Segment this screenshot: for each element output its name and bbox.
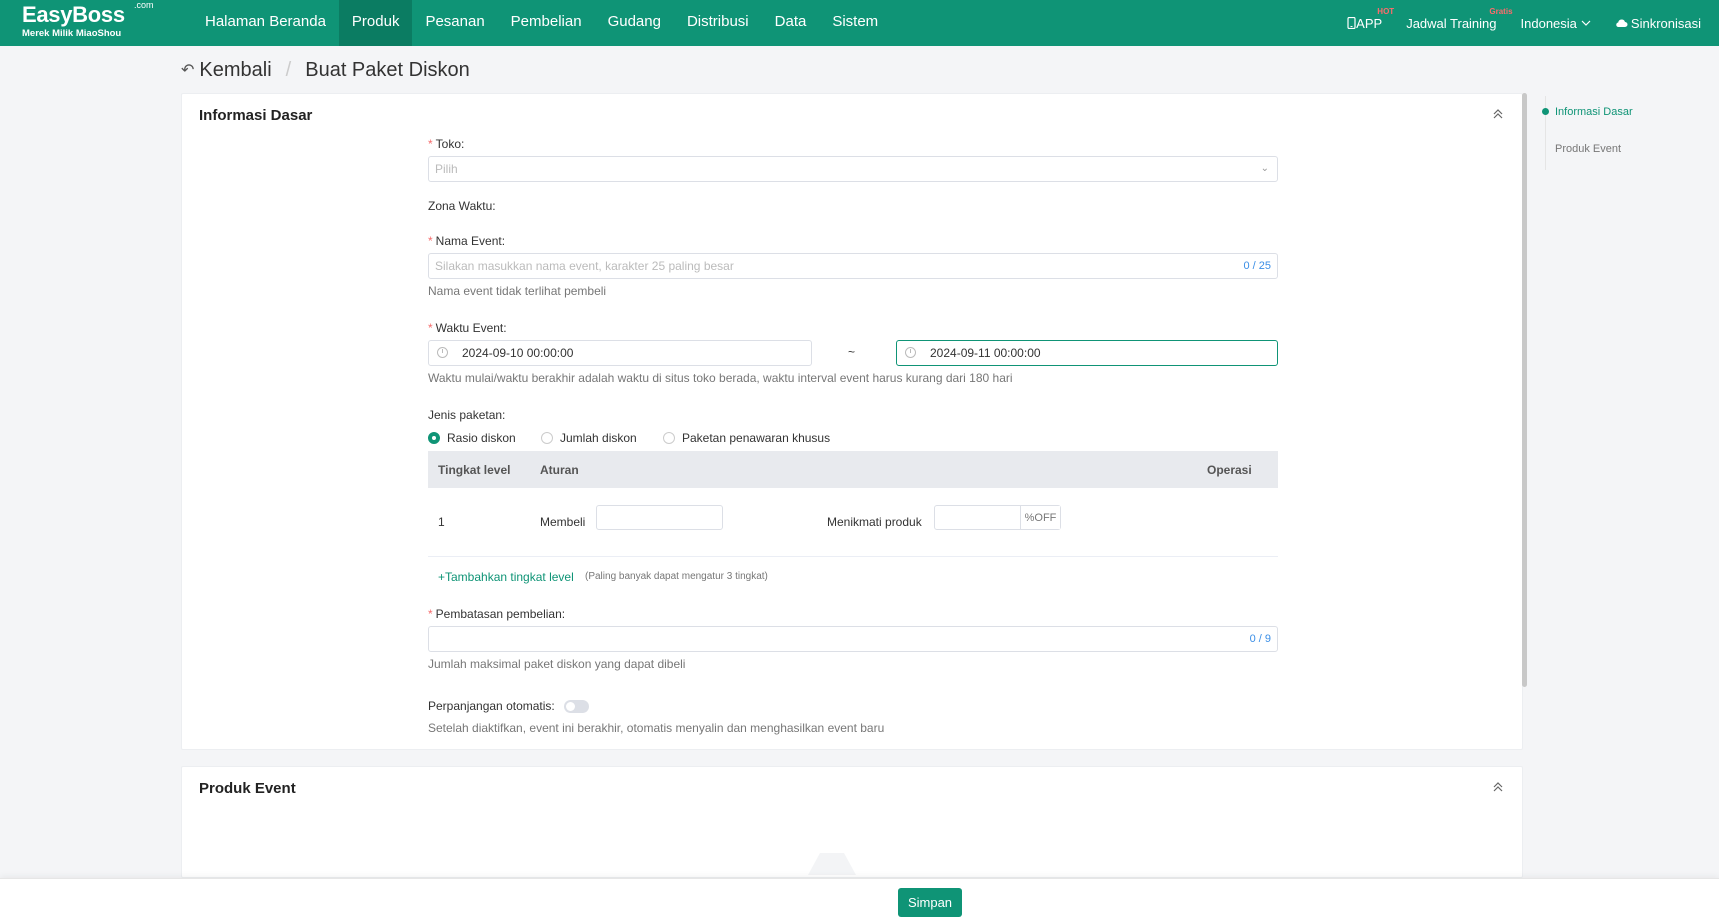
menu-item-gudang[interactable]: Gudang xyxy=(595,0,674,46)
back-link[interactable]: Kembali xyxy=(199,59,271,82)
auto-extend-toggle[interactable] xyxy=(564,700,589,713)
chevron-down-icon: ⌄ xyxy=(1260,163,1269,174)
discount-suffix: %OFF xyxy=(1020,506,1060,529)
store-placeholder: Pilih xyxy=(435,162,458,176)
back-arrow-icon[interactable]: ↶ xyxy=(181,60,194,80)
app-link[interactable]: APP HOT xyxy=(1347,7,1394,31)
breadcrumb: ↶ Kembali / Buat Paket Diskon xyxy=(181,56,470,84)
limit-input[interactable]: 0 / 9 xyxy=(428,626,1278,652)
clock-icon xyxy=(905,347,916,358)
limit-counter: 0 / 9 xyxy=(1249,633,1271,645)
limit-hint: Jumlah maksimal paket diskon yang dapat … xyxy=(428,657,686,671)
anchor-basic-info[interactable]: Informasi Dasar xyxy=(1555,106,1633,118)
product-event-card: Produk Event xyxy=(181,766,1523,878)
timezone-label: Zona Waktu: xyxy=(428,199,496,213)
sync-label: Sinkronisasi xyxy=(1630,15,1701,31)
sync-button[interactable]: Sinkronisasi xyxy=(1615,16,1701,31)
event-name-placeholder: Silakan masukkan nama event, karakter 25… xyxy=(435,259,734,273)
required-mark: * xyxy=(428,234,433,248)
end-time-input[interactable]: 2024-09-11 00:00:00 xyxy=(896,340,1278,366)
hot-badge: HOT xyxy=(1377,6,1395,16)
time-separator: ~ xyxy=(848,345,856,359)
empty-state-icon xyxy=(808,853,856,875)
store-select[interactable]: Pilih ⌄ xyxy=(428,156,1278,182)
logo[interactable]: EasyBoss .com Merek Milik MiaoShou xyxy=(22,0,154,43)
required-mark: * xyxy=(428,321,433,335)
menu-item-produk[interactable]: Produk xyxy=(338,0,413,46)
col-rule: Aturan xyxy=(540,463,579,477)
bottom-action-bar: Simpan xyxy=(0,878,1719,918)
buy-label: Membeli xyxy=(540,515,586,529)
basic-info-card: Informasi Dasar * Toko: Pilih ⌄ Zona Wakt… xyxy=(181,93,1523,750)
menu-item-beranda[interactable]: Halaman Beranda xyxy=(192,0,339,46)
training-label: Jadwal Training xyxy=(1406,15,1497,31)
menu-item-data[interactable]: Data xyxy=(762,0,820,46)
required-mark: * xyxy=(428,137,433,151)
clock-icon xyxy=(437,347,448,358)
col-operation: Operasi xyxy=(1207,463,1252,477)
gratis-badge: Gratis xyxy=(1489,6,1513,16)
enjoy-label: Menikmati produk xyxy=(827,515,922,529)
app-label: APP xyxy=(1356,15,1383,31)
buy-quantity-input[interactable] xyxy=(596,505,723,530)
logo-subtitle: Merek Milik MiaoShou xyxy=(22,28,122,39)
col-level: Tingkat level xyxy=(438,463,511,477)
radio-checked-icon xyxy=(428,432,440,444)
event-time-hint: Waktu mulai/waktu berakhir adalah waktu … xyxy=(428,371,1013,385)
collapse-icon[interactable] xyxy=(1492,108,1504,120)
radio-paketan-khusus[interactable]: Paketan penawaran khusus xyxy=(663,431,830,445)
page-title: Buat Paket Diskon xyxy=(305,58,470,81)
phone-icon xyxy=(1347,17,1356,29)
add-level-note: (Paling banyak dapat mengatur 3 tingkat) xyxy=(585,571,768,582)
anchor-active-dot xyxy=(1542,108,1549,115)
event-name-hint: Nama event tidak terlihat pembeli xyxy=(428,284,607,298)
table-row: 1 Membeli Menikmati produk %OFF xyxy=(428,488,1278,557)
cloud-icon xyxy=(1616,19,1628,27)
event-time-label: * Waktu Event: xyxy=(428,321,507,335)
store-label: * Toko: xyxy=(428,137,465,151)
limit-label: * Pembatasan pembelian: xyxy=(428,607,566,621)
start-time-value: 2024-09-10 00:00:00 xyxy=(462,346,574,360)
event-name-label: * Nama Event: xyxy=(428,234,506,248)
auto-extend-label: Perpanjangan otomatis: xyxy=(428,699,555,713)
top-navbar: EasyBoss .com Merek Milik MiaoShou Halam… xyxy=(0,0,1719,46)
page-scrollbar[interactable] xyxy=(1522,93,1527,687)
breadcrumb-separator: / xyxy=(285,58,292,81)
radio-rasio-diskon[interactable]: Rasio diskon xyxy=(428,431,516,445)
event-name-input[interactable]: Silakan masukkan nama event, karakter 25… xyxy=(428,253,1278,279)
start-time-input[interactable]: 2024-09-10 00:00:00 xyxy=(428,340,812,366)
menu-item-pesanan[interactable]: Pesanan xyxy=(412,0,497,46)
basic-form: * Toko: Pilih ⌄ Zona Waktu: * Nama Event: … xyxy=(428,94,1278,751)
chevron-down-icon xyxy=(1581,20,1591,26)
anchor-product-event[interactable]: Produk Event xyxy=(1555,143,1621,155)
add-level-link[interactable]: +Tambahkan tingkat level xyxy=(438,570,574,584)
end-time-value: 2024-09-11 00:00:00 xyxy=(930,346,1041,360)
language-label: Indonesia xyxy=(1520,15,1577,31)
radio-unchecked-icon xyxy=(663,432,675,444)
logo-com: .com xyxy=(134,0,154,10)
radio-jumlah-diskon[interactable]: Jumlah diskon xyxy=(541,431,637,445)
event-name-counter: 0 / 25 xyxy=(1243,260,1271,272)
menu-item-pembelian[interactable]: Pembelian xyxy=(498,0,595,46)
language-select[interactable]: Indonesia xyxy=(1521,16,1591,31)
product-event-title: Produk Event xyxy=(199,780,296,797)
package-type-label: Jenis paketan: xyxy=(428,408,506,422)
radio-unchecked-icon xyxy=(541,432,553,444)
right-nav: APP HOT Jadwal Training Gratis Indonesia… xyxy=(1323,0,1701,46)
training-link[interactable]: Jadwal Training Gratis xyxy=(1406,7,1512,31)
basic-info-title: Informasi Dasar xyxy=(199,107,313,124)
row-level: 1 xyxy=(438,515,445,529)
save-button[interactable]: Simpan xyxy=(898,888,962,917)
menu-item-sistem[interactable]: Sistem xyxy=(819,0,891,46)
required-mark: * xyxy=(428,607,433,621)
discount-input[interactable]: %OFF xyxy=(934,505,1061,530)
table-header: Tingkat level Aturan Operasi xyxy=(428,451,1278,488)
main-menu: Halaman Beranda Produk Pesanan Pembelian… xyxy=(192,0,891,46)
logo-brand: EasyBoss xyxy=(22,2,125,27)
menu-item-distribusi[interactable]: Distribusi xyxy=(674,0,762,46)
auto-extend-hint: Setelah diaktifkan, event ini berakhir, … xyxy=(428,721,885,735)
collapse-icon[interactable] xyxy=(1492,781,1504,793)
